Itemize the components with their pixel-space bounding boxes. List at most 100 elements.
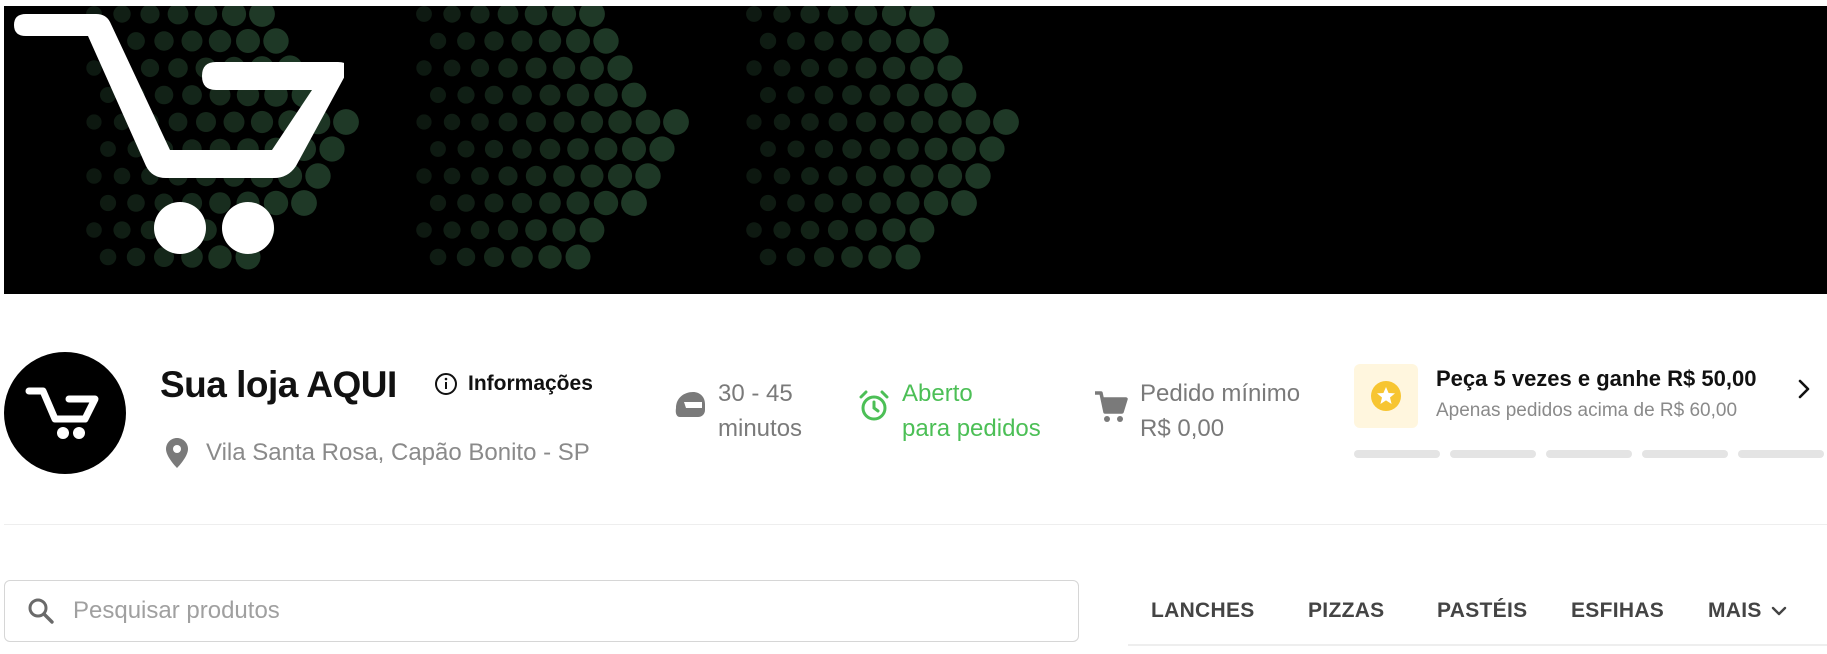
- banner-dot: [746, 114, 762, 130]
- banner-dot: [470, 58, 490, 78]
- banner-dot: [882, 218, 906, 242]
- progress-step: [1738, 450, 1824, 458]
- banner-dot: [470, 6, 490, 24]
- banner-dot: [800, 6, 820, 24]
- banner-dot: [593, 28, 619, 54]
- banner-dot: [635, 109, 661, 135]
- banner-dot: [773, 221, 791, 239]
- banner-dot: [883, 165, 905, 187]
- banner-dot: [484, 139, 504, 159]
- tab-pasteis[interactable]: PASTÉIS: [1437, 599, 1527, 623]
- banner-dot: [828, 58, 848, 78]
- tab-lanches[interactable]: LANCHES: [1151, 599, 1255, 623]
- banner-dot: [524, 6, 548, 26]
- banner-dot: [525, 219, 547, 241]
- banner-dot: [457, 140, 475, 158]
- banner-dot: [814, 139, 834, 159]
- banner-dot: [429, 194, 447, 212]
- banner-dot: [965, 109, 991, 135]
- eta-range: 30 - 45: [718, 380, 793, 407]
- banner-dot: [484, 85, 504, 105]
- banner-dot: [607, 55, 633, 81]
- banner-dot: [429, 32, 447, 50]
- tab-more-label: MAIS: [1708, 599, 1762, 622]
- banner-dot: [635, 163, 661, 189]
- banner-dot: [594, 137, 618, 161]
- banner-dot: [896, 191, 920, 215]
- banner-dot: [553, 165, 575, 187]
- banner-dot: [760, 141, 776, 157]
- banner-dot: [759, 248, 777, 266]
- status-line2: para pedidos: [902, 415, 1041, 442]
- banner-dot: [923, 28, 949, 54]
- banner-dot: [443, 221, 461, 239]
- banner-dot: [538, 245, 562, 269]
- star-badge-icon: [1371, 381, 1401, 411]
- banner-dot: [471, 167, 489, 185]
- banner-dot: [786, 247, 806, 267]
- store-header: Sua loja AQUI Informações Vila Santa Ros…: [0, 300, 1827, 520]
- search-input[interactable]: [73, 597, 1033, 625]
- promo-title: Peça 5 vezes e ganhe R$ 50,00: [1436, 366, 1757, 391]
- banner-dot: [511, 192, 533, 214]
- banner-dot: [773, 59, 791, 77]
- motorcycle-helmet-icon: [675, 392, 705, 417]
- banner-dot: [593, 190, 619, 216]
- chevron-right-icon[interactable]: [1792, 377, 1816, 401]
- banner-dot: [814, 85, 834, 105]
- banner-dot: [525, 57, 547, 79]
- banner-dot: [746, 60, 762, 76]
- banner-dot: [909, 6, 935, 27]
- banner-dot: [883, 111, 905, 133]
- banner-dot: [539, 192, 561, 214]
- banner-dot: [430, 87, 446, 103]
- section-divider: [4, 524, 1827, 525]
- banner-dot: [484, 193, 504, 213]
- banner-dot: [579, 217, 605, 243]
- banner-dot: [594, 83, 618, 107]
- banner-dot: [512, 139, 532, 159]
- info-icon: [435, 373, 457, 395]
- chevron-down-icon: [1771, 606, 1786, 616]
- progress-step: [1546, 450, 1632, 458]
- banner-dot: [471, 113, 489, 131]
- banner-dot: [842, 85, 862, 105]
- banner-dot: [498, 58, 518, 78]
- banner-dot: [896, 83, 920, 107]
- banner-dot: [580, 164, 604, 188]
- loyalty-promo[interactable]: Peça 5 vezes e ganhe R$ 50,00 Apenas ped…: [1354, 364, 1827, 434]
- banner-dot: [869, 84, 891, 106]
- search-box[interactable]: [4, 580, 1079, 642]
- banner-dot: [416, 6, 432, 22]
- banner-dot: [869, 192, 891, 214]
- banner-dot: [746, 168, 762, 184]
- banner-dot: [443, 113, 461, 131]
- info-button[interactable]: Informações: [434, 372, 593, 396]
- banner-dot: [938, 110, 962, 134]
- minimum-value: R$ 0,00: [1140, 415, 1225, 442]
- tab-esfihas[interactable]: ESFIHAS: [1571, 599, 1664, 623]
- banner-dot: [566, 191, 590, 215]
- banner-dot: [551, 6, 577, 27]
- promo-badge: [1354, 364, 1418, 428]
- banner-dot: [773, 6, 791, 23]
- banner-dot: [429, 248, 447, 266]
- banner-dot: [443, 167, 461, 185]
- banner-dot: [416, 222, 432, 238]
- banner-dot: [760, 87, 776, 103]
- banner-dot: [828, 166, 848, 186]
- store-logo: [4, 352, 126, 474]
- banner-dot: [814, 31, 834, 51]
- banner-dot: [952, 137, 976, 161]
- banner-dot: [841, 30, 863, 52]
- banner-dot: [525, 165, 547, 187]
- cart-icon: [14, 14, 344, 254]
- tab-pizzas[interactable]: PIZZAS: [1308, 599, 1384, 623]
- minimum-label: Pedido mínimo: [1140, 380, 1301, 407]
- store-status: Aberto para pedidos: [858, 376, 1041, 446]
- banner-dot: [897, 138, 919, 160]
- tab-more[interactable]: MAIS: [1708, 599, 1788, 623]
- delivery-time: 30 - 45 minutos: [672, 376, 802, 446]
- banner-dot: [854, 6, 878, 26]
- banner-dot: [827, 219, 849, 241]
